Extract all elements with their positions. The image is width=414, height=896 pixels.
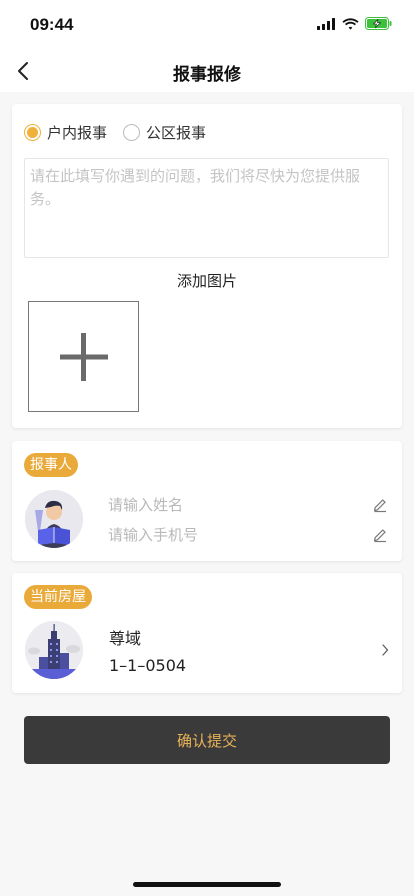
signal-icon: [317, 17, 335, 30]
issue-description-input[interactable]: [24, 158, 389, 258]
pencil-icon[interactable]: [372, 497, 388, 513]
building-illustration: [25, 621, 83, 679]
reporter-avatar: [25, 490, 83, 548]
battery-charging-icon: [365, 17, 392, 30]
status-bar: 09:44: [0, 0, 414, 50]
reporter-card: 报事人: [12, 441, 402, 561]
radio-public-report[interactable]: 公区报事: [123, 122, 206, 143]
home-indicator: [133, 882, 281, 887]
name-input[interactable]: [108, 493, 358, 517]
add-photo-label: 添加图片: [176, 272, 237, 290]
report-card: 户内报事 公区报事 添加图片: [12, 104, 402, 428]
radio-label: 公区报事: [146, 124, 207, 142]
reporter-tag: 报事人: [24, 453, 78, 477]
house-name: 尊域: [109, 629, 142, 648]
page-title: 报事报修: [173, 65, 241, 85]
pencil-icon[interactable]: [372, 527, 388, 543]
chevron-right-icon[interactable]: [380, 643, 390, 657]
add-photo-button[interactable]: [28, 301, 139, 412]
radio-checked-icon: [24, 124, 41, 141]
submit-button[interactable]: 确认提交: [24, 716, 390, 764]
report-type-group: 户内报事 公区报事: [24, 122, 222, 143]
house-unit: 1–1–0504: [109, 656, 187, 675]
radio-unchecked-icon: [123, 124, 141, 141]
status-time: 09:44: [30, 15, 74, 34]
house-tag: 当前房屋: [24, 585, 92, 609]
wifi-icon: [342, 17, 359, 30]
radio-indoor-report[interactable]: 户内报事: [24, 122, 107, 143]
radio-label: 户内报事: [47, 124, 108, 142]
plus-icon: [59, 332, 108, 381]
status-icons: [317, 17, 392, 30]
house-card[interactable]: 当前房屋 尊域 1–1–0504: [12, 573, 402, 693]
person-reading-illustration: [25, 490, 83, 548]
phone-input[interactable]: [108, 523, 358, 547]
nav-bar: 报事报修: [0, 50, 414, 92]
house-avatar: [25, 621, 83, 679]
